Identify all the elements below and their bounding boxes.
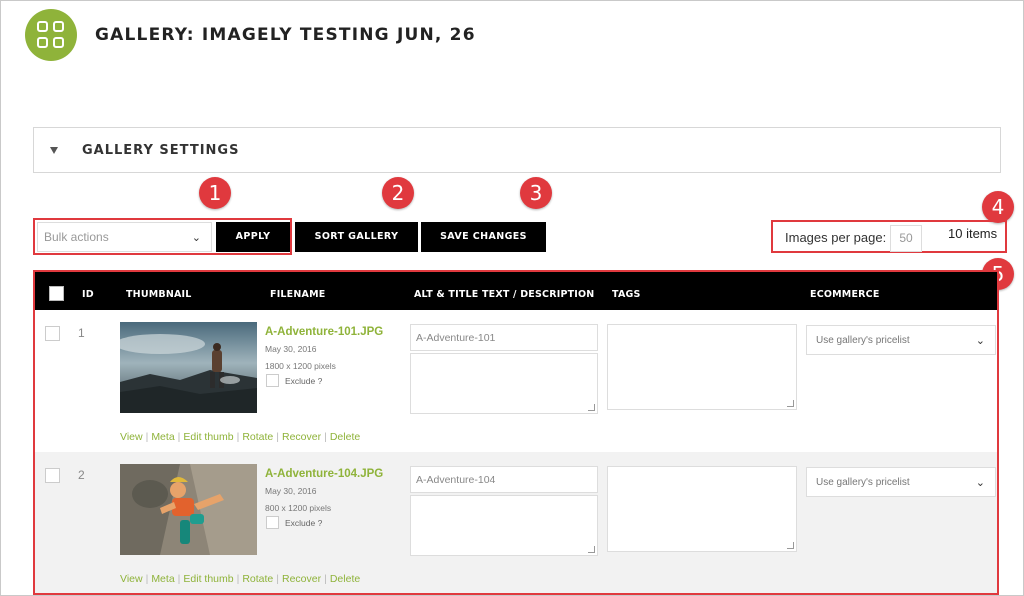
callout-badge-1: 1: [199, 177, 231, 209]
description-textarea[interactable]: [410, 353, 598, 414]
recover-link[interactable]: Recover: [282, 431, 321, 443]
column-header-tags: TAGS: [612, 289, 641, 300]
rotate-link[interactable]: Rotate: [242, 431, 273, 443]
save-changes-button[interactable]: SAVE CHANGES: [421, 222, 546, 252]
resize-grip-icon[interactable]: [787, 542, 794, 549]
description-textarea[interactable]: [410, 495, 598, 556]
row-actions: View | Meta | Edit thumb | Rotate | Recover | Dele…: [120, 573, 361, 585]
pricelist-value: Use gallery's pricelist: [816, 477, 910, 488]
image-dimensions: 1800 x 1200 pixels: [265, 361, 336, 371]
pricelist-value: Use gallery's pricelist: [816, 335, 910, 346]
alt-title-input[interactable]: A-Adventure-101: [410, 324, 598, 351]
resize-grip-icon[interactable]: [588, 546, 595, 553]
chevron-down-icon: ⌄: [191, 232, 201, 244]
image-date: May 30, 2016: [265, 344, 317, 354]
callout-badge-4: 4: [982, 191, 1014, 223]
items-count: 10 items: [948, 226, 998, 241]
images-per-page-label: Images per page:: [785, 230, 887, 245]
bulk-actions-label: Bulk actions: [44, 230, 109, 244]
thumbnail-image[interactable]: [120, 322, 257, 413]
gallery-settings-panel[interactable]: GALLERY SETTINGS: [33, 127, 1001, 173]
row-actions: View | Meta | Edit thumb | Rotate | Recover | Dele…: [120, 431, 361, 443]
resize-grip-icon[interactable]: [588, 404, 595, 411]
sort-gallery-button[interactable]: SORT GALLERY: [295, 222, 418, 252]
alt-title-input[interactable]: A-Adventure-104: [410, 466, 598, 493]
image-date: May 30, 2016: [265, 486, 317, 496]
tags-textarea[interactable]: [607, 324, 797, 410]
edit-thumb-link[interactable]: Edit thumb: [183, 431, 233, 443]
row-id: 2: [78, 468, 85, 482]
recover-link[interactable]: Recover: [282, 573, 321, 585]
select-all-checkbox[interactable]: [49, 286, 64, 301]
exclude-checkbox[interactable]: [266, 516, 279, 529]
meta-link[interactable]: Meta: [151, 573, 174, 585]
column-header-thumbnail: THUMBNAIL: [126, 289, 192, 300]
bulk-actions-select[interactable]: Bulk actions ⌄: [37, 222, 212, 252]
pricelist-select[interactable]: Use gallery's pricelist ⌄: [806, 325, 996, 355]
column-header-ecommerce: ECOMMERCE: [810, 289, 880, 300]
rotate-link[interactable]: Rotate: [242, 573, 273, 585]
exclude-label: Exclude ?: [285, 518, 323, 528]
resize-grip-icon[interactable]: [787, 400, 794, 407]
chevron-down-icon: ⌄: [975, 335, 985, 347]
delete-link[interactable]: Delete: [330, 573, 360, 585]
table-row: 1 A-Adventure-101.JPG May 30, 2016 1800 …: [35, 310, 997, 452]
column-header-id: ID: [82, 289, 94, 300]
view-link[interactable]: View: [120, 431, 143, 443]
exclude-label: Exclude ?: [285, 376, 323, 386]
image-dimensions: 800 x 1200 pixels: [265, 503, 332, 513]
edit-thumb-link[interactable]: Edit thumb: [183, 573, 233, 585]
filename-link[interactable]: A-Adventure-101.JPG: [265, 326, 383, 338]
tags-textarea[interactable]: [607, 466, 797, 552]
grid-icon: [25, 9, 77, 61]
exclude-checkbox[interactable]: [266, 374, 279, 387]
table-row: 2 A-Adventure-104.JPG May 30, 2016 800 x…: [35, 452, 997, 593]
images-per-page-input[interactable]: 50: [890, 225, 922, 252]
view-link[interactable]: View: [120, 573, 143, 585]
callout-badge-3: 3: [520, 177, 552, 209]
callout-badge-2: 2: [382, 177, 414, 209]
apply-button[interactable]: APPLY: [216, 222, 290, 252]
page-title: GALLERY: IMAGELY TESTING JUN, 26: [95, 25, 476, 45]
row-id: 1: [78, 326, 85, 340]
column-header-alt: ALT & TITLE TEXT / DESCRIPTION: [414, 289, 595, 300]
triangle-down-icon: [50, 147, 58, 154]
row-checkbox[interactable]: [45, 326, 60, 341]
chevron-down-icon: ⌄: [975, 477, 985, 489]
filename-link[interactable]: A-Adventure-104.JPG: [265, 468, 383, 480]
row-checkbox[interactable]: [45, 468, 60, 483]
column-header-filename: FILENAME: [270, 289, 326, 300]
meta-link[interactable]: Meta: [151, 431, 174, 443]
gallery-settings-label: GALLERY SETTINGS: [82, 143, 240, 158]
delete-link[interactable]: Delete: [330, 431, 360, 443]
thumbnail-image[interactable]: [120, 464, 257, 555]
pricelist-select[interactable]: Use gallery's pricelist ⌄: [806, 467, 996, 497]
